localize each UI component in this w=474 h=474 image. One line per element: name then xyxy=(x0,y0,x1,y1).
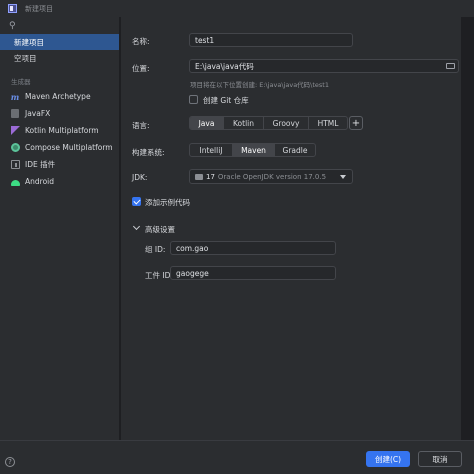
create-git-checkbox[interactable] xyxy=(189,95,198,104)
javafx-icon xyxy=(10,109,20,119)
sidebar-item-label: JavaFX xyxy=(25,109,51,118)
sidebar-item-kotlin-multiplatform[interactable]: Kotlin Multiplatform xyxy=(0,122,119,139)
add-sample-code-label: 添加示例代码 xyxy=(145,198,190,207)
language-option-html[interactable]: HTML xyxy=(309,117,347,129)
project-type-sidebar: ⚲ 新建项目 空项目 生成器 m Maven Archetype JavaFX … xyxy=(0,17,120,460)
title-bar: 新建项目 xyxy=(0,0,474,17)
sidebar-item-label: 新建项目 xyxy=(14,37,44,47)
jdk-name: Oracle OpenJDK version 17.0.5 xyxy=(217,172,327,181)
sidebar-item-label: Kotlin Multiplatform xyxy=(25,126,99,135)
jdk-dropdown[interactable]: 17 Oracle OpenJDK version 17.0.5 xyxy=(189,169,353,184)
sidebar-item-empty-project[interactable]: 空项目 xyxy=(0,50,119,66)
location-input[interactable]: E:\java\java代码 xyxy=(189,59,459,73)
language-label: 语言: xyxy=(132,121,150,130)
artifact-id-value: gaogege xyxy=(176,268,209,278)
sidebar-item-label: IDE 插件 xyxy=(25,160,56,169)
search-icon[interactable]: ⚲ xyxy=(9,21,16,31)
window-title: 新建项目 xyxy=(25,4,53,13)
sidebar-item-label: Android xyxy=(25,177,54,186)
name-label: 名称: xyxy=(132,37,150,46)
build-option-maven[interactable]: Maven xyxy=(233,144,275,156)
sidebar-item-new-project[interactable]: 新建项目 xyxy=(0,34,119,50)
jdk-version: 17 xyxy=(206,172,215,181)
chevron-down-icon xyxy=(340,175,346,179)
kotlin-icon xyxy=(10,126,20,136)
maven-icon: m xyxy=(10,91,20,102)
intellij-app-icon xyxy=(8,4,17,13)
location-value: E:\java\java代码 xyxy=(195,61,254,71)
advanced-settings-toggle[interactable]: 高级设置 xyxy=(145,224,175,235)
project-settings-panel: 名称: test1 位置: E:\java\java代码 项目将在以下位置创建:… xyxy=(121,17,461,460)
sidebar-item-ide-plugin[interactable]: IDE 插件 xyxy=(0,156,119,173)
build-system-selector: IntelliJ Maven Gradle xyxy=(189,143,316,157)
generators-header: 生成器 xyxy=(11,78,31,86)
build-option-intellij[interactable]: IntelliJ xyxy=(190,144,233,156)
group-id-label: 组 ID: xyxy=(145,245,166,254)
jdk-folder-icon xyxy=(195,173,203,180)
language-option-groovy[interactable]: Groovy xyxy=(264,117,309,129)
language-selector: Java Kotlin Groovy HTML xyxy=(189,116,348,130)
add-sample-code-checkbox[interactable] xyxy=(132,197,141,206)
build-option-gradle[interactable]: Gradle xyxy=(275,144,315,156)
group-id-value: com.gao xyxy=(176,243,209,253)
sidebar-item-label: Maven Archetype xyxy=(25,92,91,101)
sidebar-item-label: 空项目 xyxy=(14,53,37,63)
create-button[interactable]: 创建(C) xyxy=(366,451,410,467)
vertical-scrollbar[interactable] xyxy=(461,17,474,460)
group-id-input[interactable]: com.gao xyxy=(170,241,336,255)
create-git-label: 创建 Git 仓库 xyxy=(203,96,249,105)
sidebar-item-maven-archetype[interactable]: m Maven Archetype xyxy=(0,88,119,105)
sidebar-search[interactable]: ⚲ xyxy=(0,17,119,34)
android-icon xyxy=(10,177,20,187)
browse-folder-icon[interactable] xyxy=(446,63,455,69)
sidebar-item-label: Compose Multiplatform xyxy=(25,143,113,152)
help-icon[interactable]: ? xyxy=(5,457,15,467)
project-name-value: test1 xyxy=(195,35,215,45)
build-system-label: 构建系统: xyxy=(132,148,165,157)
sidebar-item-javafx[interactable]: JavaFX xyxy=(0,105,119,122)
language-option-java[interactable]: Java xyxy=(190,117,224,129)
artifact-id-input[interactable]: gaogege xyxy=(170,266,336,280)
sidebar-item-compose-multiplatform[interactable]: Compose Multiplatform xyxy=(0,139,119,156)
sidebar-item-android[interactable]: Android xyxy=(0,173,119,190)
jdk-label: JDK: xyxy=(132,173,148,182)
compose-icon xyxy=(10,143,20,153)
project-name-input[interactable]: test1 xyxy=(189,33,353,47)
location-label: 位置: xyxy=(132,64,150,73)
location-hint: 项目将在以下位置创建: E:\java\java代码\test1 xyxy=(190,81,329,89)
cancel-button[interactable]: 取消 xyxy=(418,451,462,467)
add-language-button[interactable]: + xyxy=(349,116,363,130)
artifact-id-label: 工件 ID: xyxy=(145,271,173,280)
chevron-down-icon[interactable] xyxy=(132,222,141,231)
ide-plugin-icon xyxy=(10,160,20,170)
language-option-kotlin[interactable]: Kotlin xyxy=(224,117,264,129)
